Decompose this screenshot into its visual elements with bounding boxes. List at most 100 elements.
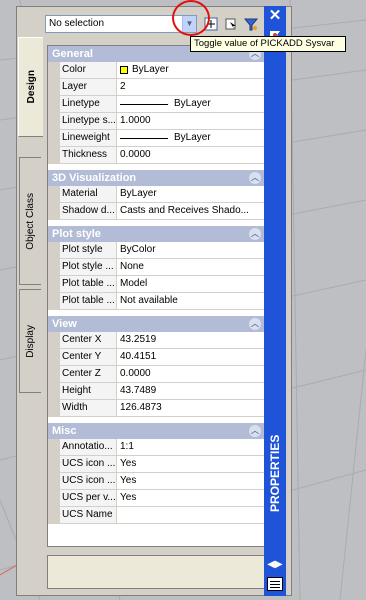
property-value[interactable]: Yes (117, 490, 264, 506)
property-row[interactable]: UCS per v... Yes (48, 490, 264, 507)
property-row[interactable]: UCS icon ... Yes (48, 473, 264, 490)
property-row[interactable]: Plot style ByColor (48, 242, 264, 259)
property-value[interactable]: Not available (117, 293, 264, 309)
line-sample-icon (120, 103, 168, 105)
row-gutter (48, 293, 60, 309)
property-name: Center X (60, 332, 117, 348)
quick-select-button[interactable] (241, 14, 261, 34)
tab-design[interactable]: Design (18, 37, 43, 137)
property-value-text: Model (120, 278, 148, 289)
property-value[interactable]: ByLayer (117, 96, 264, 112)
collapse-icon[interactable]: ︿ (249, 172, 261, 184)
property-value[interactable]: ByLayer (117, 186, 264, 202)
close-icon[interactable]: ✕ (266, 8, 284, 24)
section-header[interactable]: 3D Visualization ︿ (48, 170, 264, 186)
collapse-icon[interactable]: ︿ (249, 425, 261, 437)
collapse-icon[interactable]: ︿ (249, 228, 261, 240)
property-row[interactable]: Linetype s... 1.0000 (48, 113, 264, 130)
property-value-text: 0.0000 (120, 149, 151, 160)
property-row[interactable]: UCS icon ... Yes (48, 456, 264, 473)
property-row[interactable]: Center Z 0.0000 (48, 366, 264, 383)
row-gutter (48, 147, 60, 163)
property-value[interactable]: 1.0000 (117, 113, 264, 129)
property-row[interactable]: Plot table ... Model (48, 276, 264, 293)
properties-settings-icon[interactable]: ◀▶ (267, 559, 283, 573)
property-name: Layer (60, 79, 117, 95)
property-row[interactable]: Annotatio... 1:1 (48, 439, 264, 456)
property-value[interactable]: Casts and Receives Shado... (117, 203, 264, 219)
property-value[interactable]: 126.4873 (117, 400, 264, 416)
row-gutter (48, 349, 60, 365)
section-header[interactable]: View ︿ (48, 316, 264, 332)
property-row[interactable]: UCS Name (48, 507, 264, 524)
property-value[interactable]: 0.0000 (117, 366, 264, 382)
property-row[interactable]: Center Y 40.4151 (48, 349, 264, 366)
property-row[interactable]: Plot table ... Not available (48, 293, 264, 310)
property-name: Height (60, 383, 117, 399)
row-gutter (48, 242, 60, 258)
property-row[interactable]: Width 126.4873 (48, 400, 264, 417)
tab-object-class[interactable]: Object Class (19, 157, 41, 285)
description-panel (47, 555, 273, 589)
section-title: View (52, 318, 77, 330)
property-name: Color (60, 62, 117, 78)
row-gutter (48, 113, 60, 129)
property-value[interactable]: Model (117, 276, 264, 292)
property-value-text: 1.0000 (120, 115, 151, 126)
section-header[interactable]: Misc ︿ (48, 423, 264, 439)
property-value[interactable]: 0.0000 (117, 147, 264, 163)
palette-title-bar[interactable]: ✕ PROPERTIES ◀▶ (264, 6, 286, 596)
property-row[interactable]: Height 43.7489 (48, 383, 264, 400)
property-name: Plot table ... (60, 276, 117, 292)
property-value[interactable]: None (117, 259, 264, 275)
property-value-text: Yes (120, 458, 137, 469)
row-gutter (48, 383, 60, 399)
property-row[interactable]: Layer 2 (48, 79, 264, 96)
property-value[interactable]: 43.2519 (117, 332, 264, 348)
property-name: Width (60, 400, 117, 416)
property-row[interactable]: Shadow d... Casts and Receives Shado... (48, 203, 264, 220)
property-row[interactable]: Linetype ByLayer (48, 96, 264, 113)
property-value[interactable]: 2 (117, 79, 264, 95)
tab-display[interactable]: Display (19, 289, 41, 393)
property-value[interactable]: ByColor (117, 242, 264, 258)
property-name: UCS per v... (60, 490, 117, 506)
row-gutter (48, 130, 60, 146)
selection-value: No selection (49, 18, 105, 29)
property-value[interactable]: 43.7489 (117, 383, 264, 399)
property-row[interactable]: Lineweight ByLayer (48, 130, 264, 147)
property-row[interactable]: Color ByLayer (48, 62, 264, 79)
line-sample-icon (120, 137, 168, 139)
row-gutter (48, 456, 60, 472)
property-row[interactable]: Thickness 0.0000 (48, 147, 264, 164)
property-value-text: ByLayer (174, 132, 211, 143)
property-row[interactable]: Material ByLayer (48, 186, 264, 203)
select-objects-button[interactable] (221, 14, 241, 34)
property-value[interactable]: Yes (117, 456, 264, 472)
section-plot-style: Plot style ︿ Plot style ByColor Plot style .… (48, 226, 264, 310)
property-name: UCS icon ... (60, 473, 117, 489)
property-value[interactable]: ByLayer (117, 130, 264, 146)
property-value[interactable]: 1:1 (117, 439, 264, 455)
row-gutter (48, 400, 60, 416)
property-value-text: Not available (120, 295, 178, 306)
property-value-text: ByLayer (132, 64, 169, 75)
section-title: Misc (52, 425, 77, 437)
section-3d-visualization: 3D Visualization ︿ Material ByLayer Shadow d… (48, 170, 264, 220)
property-name: Center Y (60, 349, 117, 365)
property-value-text: 126.4873 (120, 402, 162, 413)
property-row[interactable]: Plot style ... None (48, 259, 264, 276)
property-value[interactable]: Yes (117, 473, 264, 489)
property-value[interactable] (117, 507, 264, 523)
property-value[interactable]: 40.4151 (117, 349, 264, 365)
property-value[interactable]: ByLayer (117, 62, 264, 78)
property-value-text: ByColor (120, 244, 156, 255)
section-header[interactable]: Plot style ︿ (48, 226, 264, 242)
row-gutter (48, 507, 60, 523)
collapse-icon[interactable]: ︿ (249, 318, 261, 330)
palette-menu-icon[interactable] (267, 577, 283, 591)
row-gutter (48, 332, 60, 348)
property-name: Linetype (60, 96, 117, 112)
property-row[interactable]: Center X 43.2519 (48, 332, 264, 349)
property-value-text: 40.4151 (120, 351, 157, 362)
